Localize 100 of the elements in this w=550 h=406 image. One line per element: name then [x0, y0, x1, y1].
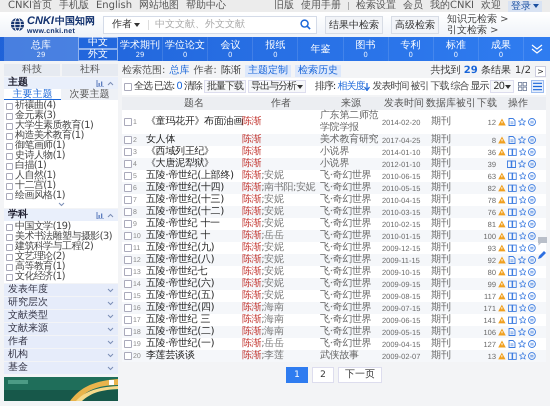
- favorite-icon[interactable]: [518, 172, 526, 180]
- source-link[interactable]: 飞·奇幻世界: [320, 290, 382, 302]
- checkbox[interactable]: [6, 122, 13, 130]
- author-cell[interactable]: 陈渐: [242, 116, 320, 128]
- book-icon[interactable]: [508, 280, 516, 288]
- document-icon[interactable]: [508, 256, 516, 264]
- quote-icon[interactable]: [528, 232, 536, 240]
- source-link[interactable]: 美术教育研究: [320, 134, 382, 146]
- search-option-button[interactable]: 结果中检索: [324, 16, 383, 34]
- title-link[interactable]: 五陵·帝世纪(一): [146, 338, 242, 350]
- top-link[interactable]: 我的CNKI: [430, 0, 474, 12]
- top-link[interactable]: CNKI首页: [8, 0, 52, 12]
- grid-view-button[interactable]: [516, 80, 529, 93]
- author-cell[interactable]: 陈渐;安妮: [242, 206, 320, 218]
- sort-option[interactable]: 下载: [430, 80, 448, 92]
- favorite-icon[interactable]: [518, 256, 526, 264]
- checkbox[interactable]: [124, 256, 132, 264]
- checkbox[interactable]: [6, 152, 13, 160]
- checkbox[interactable]: [124, 268, 132, 276]
- quote-icon[interactable]: [528, 352, 536, 360]
- checkbox[interactable]: [124, 220, 132, 228]
- expand-icon[interactable]: [107, 352, 114, 358]
- favorite-icon[interactable]: [518, 160, 526, 168]
- facet-option[interactable]: 建筑科学与工程(2): [15, 242, 94, 252]
- checkbox[interactable]: [124, 244, 132, 252]
- warning-icon[interactable]: [498, 292, 506, 300]
- checkbox[interactable]: [6, 112, 13, 120]
- export-dropdown[interactable]: 导出与分析: [248, 80, 306, 93]
- author-cell[interactable]: 陈渐;岳岳: [242, 230, 320, 242]
- checkbox[interactable]: [124, 148, 132, 156]
- checkbox[interactable]: [124, 280, 132, 288]
- document-icon[interactable]: [508, 136, 516, 144]
- collapse-icon[interactable]: [107, 80, 114, 86]
- quote-icon[interactable]: [528, 256, 536, 264]
- login-button[interactable]: 登录: [508, 0, 542, 12]
- list-view-button[interactable]: [531, 80, 544, 93]
- tag-button[interactable]: 检索历史: [294, 65, 341, 77]
- warning-icon[interactable]: [498, 268, 506, 276]
- checkbox[interactable]: [124, 184, 132, 192]
- favorite-icon[interactable]: [518, 280, 526, 288]
- expand-icon[interactable]: [107, 314, 114, 318]
- checkbox[interactable]: [6, 274, 13, 280]
- select-all-label[interactable]: 全选: [134, 80, 152, 92]
- source-link[interactable]: 飞·奇幻世界: [320, 242, 382, 254]
- sort-option[interactable]: 被引: [410, 80, 428, 92]
- warning-icon[interactable]: [498, 256, 506, 264]
- quote-icon[interactable]: [528, 340, 536, 348]
- quote-icon[interactable]: [528, 148, 536, 156]
- warning-icon[interactable]: [498, 172, 506, 180]
- next-page-button[interactable]: 下一页: [338, 367, 382, 383]
- checkbox[interactable]: [124, 196, 132, 204]
- quote-icon[interactable]: [528, 304, 536, 312]
- source-link[interactable]: 飞·奇幻世界: [320, 206, 382, 218]
- checkbox[interactable]: [6, 234, 13, 240]
- author-cell[interactable]: 陈渐;安妮: [242, 194, 320, 206]
- warning-icon[interactable]: [498, 316, 506, 324]
- top-link[interactable]: 手机版: [58, 0, 89, 12]
- warning-icon[interactable]: [498, 136, 506, 144]
- facet-option[interactable]: 文化经济(1): [15, 272, 65, 282]
- quote-icon[interactable]: [528, 268, 536, 276]
- checkbox[interactable]: [124, 136, 132, 144]
- favorite-icon[interactable]: [518, 244, 526, 252]
- warning-icon[interactable]: [498, 220, 506, 228]
- book-icon[interactable]: [508, 304, 516, 312]
- title-link[interactable]: 五陵·帝世纪 十一: [146, 218, 242, 230]
- title-link[interactable]: 五陵·帝世纪 三: [146, 314, 242, 326]
- top-link[interactable]: 会员: [403, 0, 424, 12]
- document-icon[interactable]: [508, 328, 516, 336]
- favorite-icon[interactable]: [518, 340, 526, 348]
- source-link[interactable]: 飞·奇幻世界: [320, 170, 382, 182]
- facet-option[interactable]: 构造美术教育(1): [15, 131, 84, 141]
- warning-icon[interactable]: [498, 208, 506, 216]
- checkbox[interactable]: [124, 316, 132, 324]
- title-link[interactable]: 五陵·帝世纪 十: [146, 230, 242, 242]
- clear-link[interactable]: 清除: [184, 80, 202, 92]
- source-link[interactable]: 广东第二师范学院学报: [320, 110, 382, 134]
- source-link[interactable]: 飞·奇幻世界: [320, 314, 382, 326]
- checkbox[interactable]: [124, 232, 132, 240]
- sort-option[interactable]: 相关度: [337, 80, 370, 92]
- title-link[interactable]: 五陵·帝世纪(十四): [146, 182, 242, 194]
- author-cell[interactable]: 陈渐;海南: [242, 302, 320, 314]
- expand-icon[interactable]: [107, 300, 114, 306]
- favorite-icon[interactable]: [518, 118, 526, 126]
- favorite-icon[interactable]: [518, 232, 526, 240]
- warning-icon[interactable]: [498, 352, 506, 360]
- checkbox[interactable]: [124, 82, 132, 90]
- source-link[interactable]: 飞·奇幻世界: [320, 326, 382, 338]
- facet-option[interactable]: 绘画风格(1): [15, 191, 65, 201]
- facet-option[interactable]: 大学生素质教育(1): [15, 121, 94, 131]
- batch-download-button[interactable]: 批量下载: [204, 80, 246, 93]
- warning-icon[interactable]: [498, 232, 506, 240]
- language-button[interactable]: 外文: [78, 49, 118, 61]
- favorite-icon[interactable]: [518, 292, 526, 300]
- document-icon[interactable]: [508, 118, 516, 126]
- document-icon[interactable]: [508, 340, 516, 348]
- book-icon[interactable]: [508, 268, 516, 276]
- author-cell[interactable]: 陈渐: [242, 146, 320, 158]
- book-icon[interactable]: [508, 208, 516, 216]
- checkbox[interactable]: [6, 254, 13, 260]
- book-icon[interactable]: [508, 316, 516, 324]
